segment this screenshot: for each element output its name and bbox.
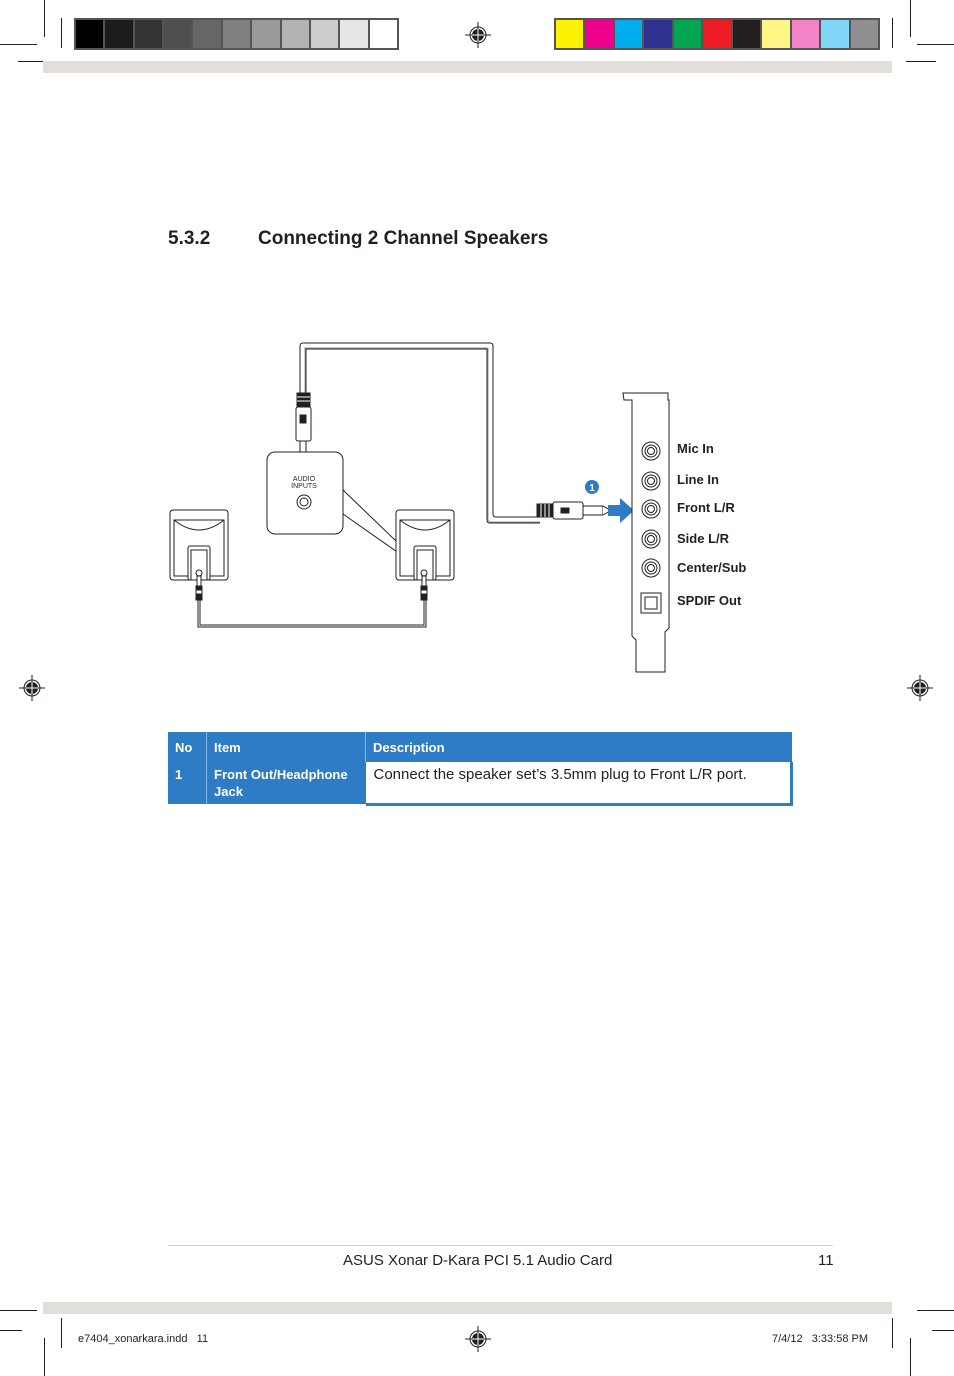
color-swatch bbox=[732, 20, 763, 48]
speaker-link-cable bbox=[197, 600, 427, 628]
audio-inputs-panel bbox=[266, 451, 344, 535]
color-swatch bbox=[850, 20, 878, 48]
color-swatch bbox=[585, 20, 615, 48]
grayscale-swatch bbox=[76, 20, 106, 48]
crop-mark bbox=[44, 1338, 45, 1376]
column-header-description: Description bbox=[365, 732, 792, 762]
crop-mark bbox=[917, 44, 954, 45]
port-label-mic-in: Mic In bbox=[677, 441, 714, 456]
process-color-bar bbox=[554, 18, 880, 50]
port-label-spdif-out: SPDIF Out bbox=[677, 593, 742, 608]
crop-mark bbox=[0, 1310, 37, 1311]
crop-mark bbox=[44, 0, 45, 37]
slug-timestamp: 7/4/12 3:33:58 PM bbox=[772, 1333, 869, 1345]
registration-mark-icon bbox=[465, 1326, 491, 1352]
grayscale-swatch bbox=[369, 20, 397, 48]
section-number: 5.3.2 bbox=[168, 228, 211, 249]
crop-mark bbox=[910, 0, 911, 37]
footer-title: ASUS Xonar D-Kara PCI 5.1 Audio Card bbox=[343, 1252, 613, 1269]
audio-inputs-label-line2: INPUTS bbox=[291, 483, 317, 490]
port-label-center-sub: Center/Sub bbox=[677, 560, 747, 575]
section-title: Connecting 2 Channel Speakers bbox=[258, 228, 549, 249]
crop-mark bbox=[892, 18, 893, 48]
color-swatch bbox=[821, 20, 851, 48]
section-heading: 5.3.2 Connecting 2 Channel Speakers bbox=[168, 228, 548, 250]
crop-mark bbox=[906, 61, 936, 62]
cell-no: 1 bbox=[168, 762, 207, 804]
crop-mark bbox=[0, 1330, 22, 1331]
crop-mark bbox=[917, 1310, 954, 1311]
crop-mark bbox=[892, 1318, 893, 1348]
port-label-side-lr: Side L/R bbox=[677, 531, 730, 546]
grayscale-swatch bbox=[193, 20, 223, 48]
color-swatch bbox=[556, 20, 586, 48]
cell-description: Connect the speaker set’s 3.5mm plug to … bbox=[365, 762, 793, 806]
grayscale-swatch bbox=[134, 20, 165, 48]
front-lr-3.5mm-plug bbox=[536, 501, 613, 520]
grayscale-swatch bbox=[310, 20, 341, 48]
table-row: 1 Front Out/Headphone Jack Connect the s… bbox=[168, 762, 793, 806]
grayscale-swatch bbox=[340, 20, 370, 48]
left-speaker-icon bbox=[169, 509, 229, 601]
grayscale-swatch bbox=[105, 20, 135, 48]
page-number: 11 bbox=[818, 1252, 834, 1269]
port-label-line-in: Line In bbox=[677, 472, 719, 487]
color-swatch bbox=[644, 20, 674, 48]
connection-table: No Item Description 1 Front Out/Headphon… bbox=[168, 732, 793, 806]
color-swatch bbox=[614, 20, 645, 48]
crop-mark bbox=[0, 44, 37, 45]
color-swatch bbox=[762, 20, 792, 48]
grayscale-swatch bbox=[222, 20, 253, 48]
column-header-item: Item bbox=[206, 732, 366, 762]
grayscale-swatch bbox=[252, 20, 282, 48]
callout-number: 1 bbox=[589, 483, 595, 494]
table-header-row: No Item Description bbox=[168, 732, 792, 762]
cell-item: Front Out/Headphone Jack bbox=[206, 762, 366, 804]
grayscale-swatch bbox=[281, 20, 311, 48]
page-bleed-strip bbox=[43, 1302, 892, 1314]
crop-mark bbox=[932, 1330, 954, 1331]
page-bleed-strip bbox=[43, 61, 892, 73]
crop-mark bbox=[61, 18, 62, 48]
right-speaker-icon bbox=[395, 509, 455, 601]
grayscale-color-bar bbox=[74, 18, 399, 50]
slug-filename: e7404_xonarkara.indd 11 bbox=[78, 1333, 209, 1345]
crop-mark bbox=[910, 1338, 911, 1376]
grayscale-swatch bbox=[164, 20, 194, 48]
color-swatch bbox=[673, 20, 704, 48]
footer-rule bbox=[168, 1245, 833, 1246]
insert-arrow-icon bbox=[608, 498, 634, 523]
crop-mark bbox=[61, 1318, 62, 1348]
color-swatch bbox=[791, 20, 822, 48]
registration-mark-icon bbox=[465, 22, 491, 48]
color-swatch bbox=[703, 20, 733, 48]
registration-mark-icon bbox=[907, 675, 933, 701]
speaker-connection-diagram: AUDIO INPUTS 1 bbox=[169, 342, 670, 673]
column-header-no: No bbox=[168, 732, 207, 762]
audio-inputs-label-line1: AUDIO bbox=[293, 476, 316, 483]
registration-mark-icon bbox=[19, 675, 45, 701]
port-label-front-lr: Front L/R bbox=[677, 500, 735, 515]
